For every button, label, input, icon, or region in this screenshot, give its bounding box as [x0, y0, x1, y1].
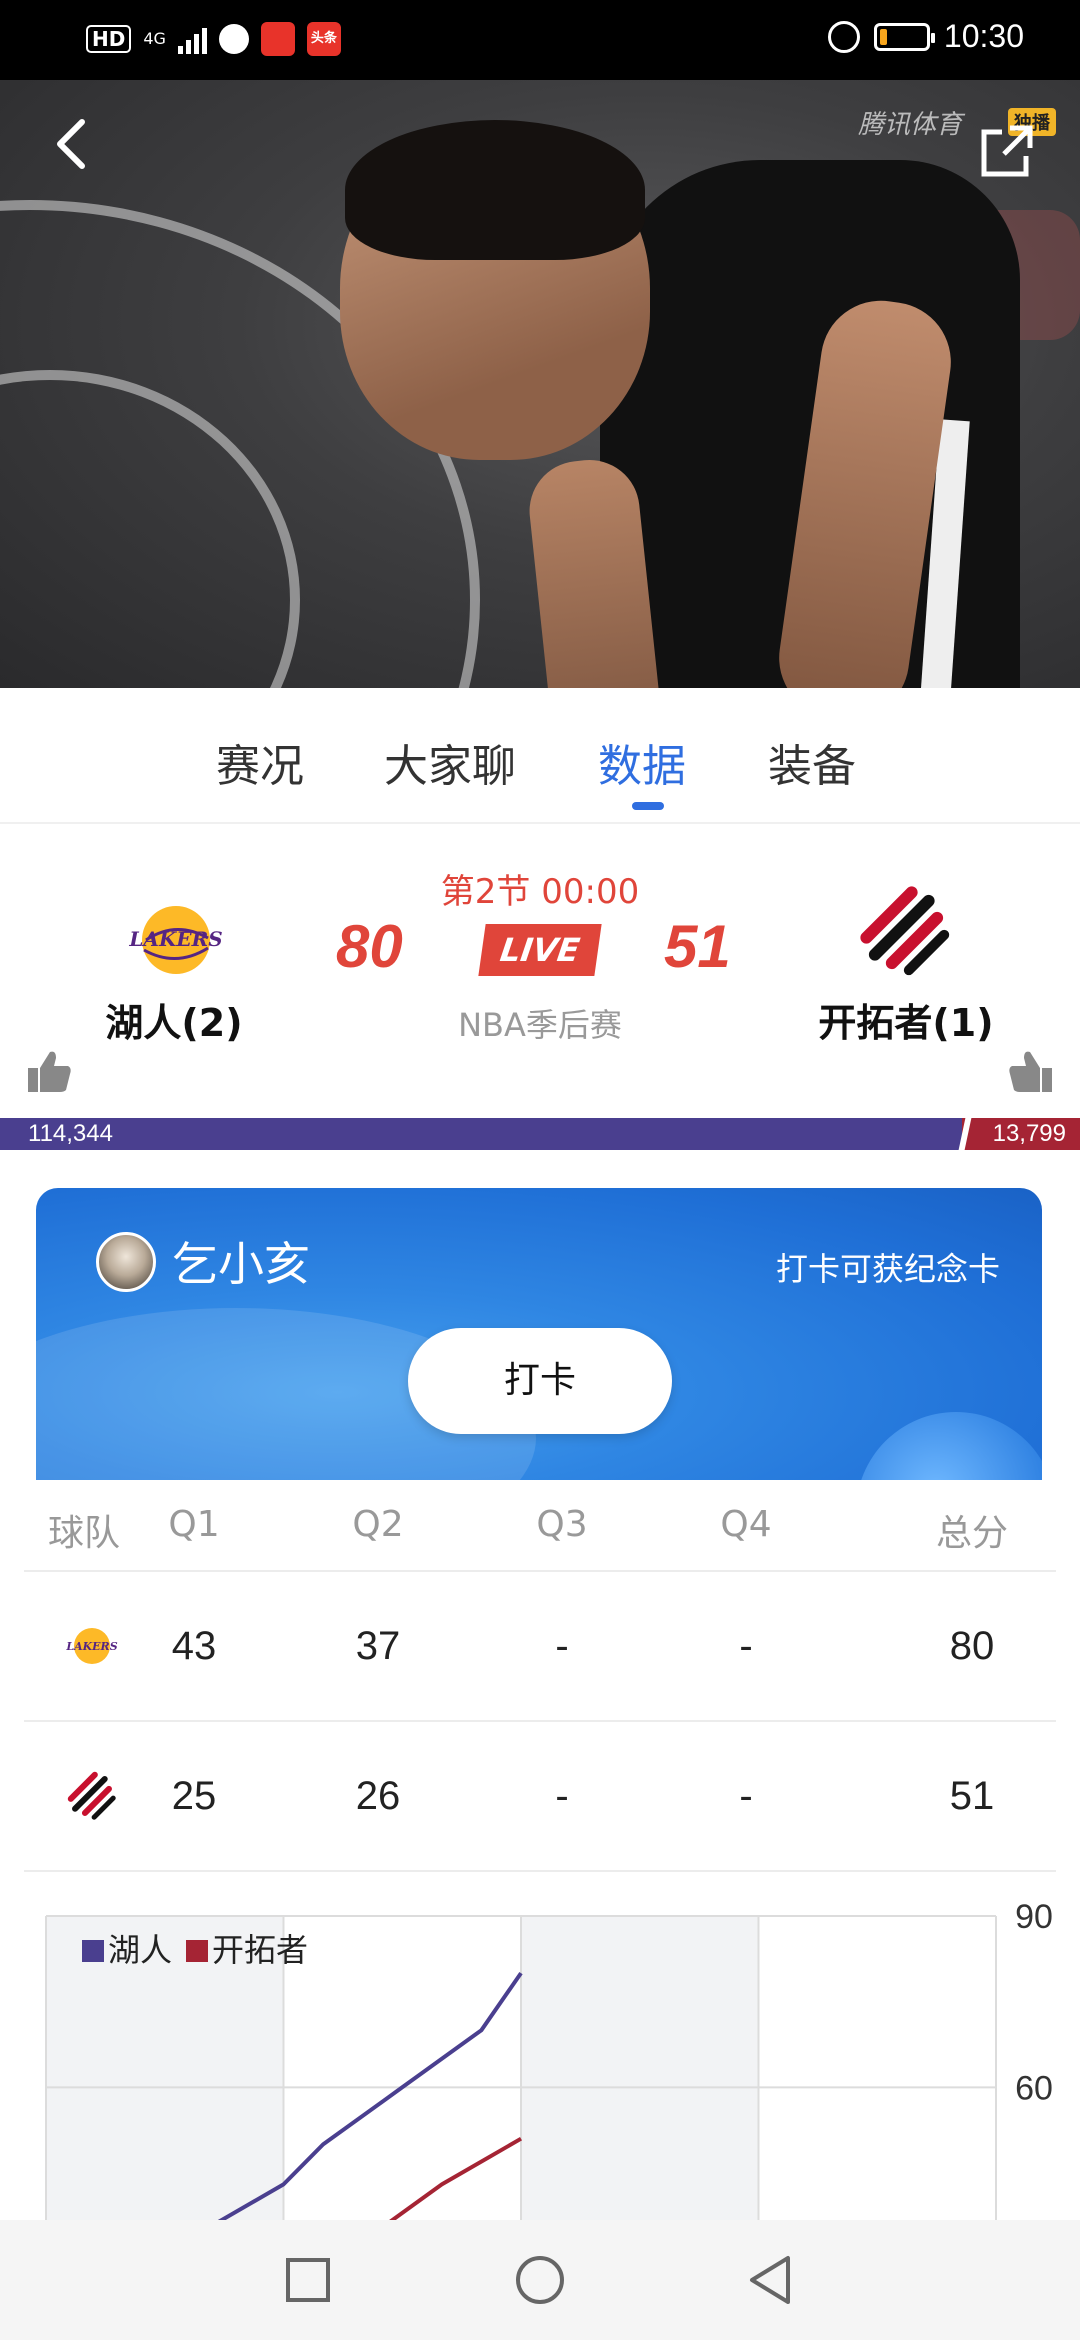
blazers-logo[interactable] — [846, 872, 966, 992]
away-support-count: 13,799 — [992, 1120, 1066, 1147]
back-icon[interactable] — [742, 2250, 802, 2310]
match-header: LAKERS 湖人(2) 第2节 00:00 80 LIVE 51 NBA季后赛… — [0, 824, 1080, 1120]
signal-icon — [177, 24, 207, 54]
watermark: 腾讯体育 — [858, 110, 963, 140]
live-badge: LIVE — [478, 924, 602, 976]
checkin-hint: 打卡可获纪念卡 — [775, 1250, 1000, 1288]
away-team-name[interactable]: 开拓者(1) — [776, 992, 1036, 1047]
tab-equipment[interactable]: 装备 — [768, 730, 856, 794]
system-nav-bar — [0, 2220, 1080, 2340]
cell-q4: - — [739, 1624, 753, 1668]
legend-label: 开拓者 — [212, 1931, 308, 1969]
score-progression-chart: 906030 湖人开拓者 — [0, 1870, 1080, 2220]
home-icon[interactable] — [510, 2250, 570, 2310]
tab-stats[interactable]: 数据 — [598, 730, 686, 794]
status-bar: HD 4G 头条 10:30 — [0, 0, 1080, 80]
cell-q4: - — [739, 1774, 753, 1818]
username[interactable]: 乞小亥 — [172, 1228, 310, 1294]
lakers-logo-text: LAKERS — [128, 927, 222, 951]
tab-bar: 赛况 大家聊 数据 装备 — [0, 688, 1080, 824]
cell-q3: - — [555, 1624, 569, 1668]
tab-chat[interactable]: 大家聊 — [384, 730, 516, 794]
home-team-name[interactable]: 湖人(2) — [44, 992, 304, 1047]
clock: 10:30 — [943, 18, 1024, 54]
game-period: 第2节 00:00 — [440, 872, 640, 912]
header-q2: Q2 — [352, 1504, 404, 1545]
status-left: HD 4G 头条 — [86, 22, 341, 56]
league-label: NBA季后赛 — [458, 1006, 622, 1044]
recent-apps-icon[interactable] — [278, 2250, 338, 2310]
quarter-score-table: 球队 Q1 Q2 Q3 Q4 总分 LAKERS 43 37 - - 80 25… — [24, 1480, 1056, 1872]
legend-label: 湖人 — [108, 1931, 172, 1969]
table-row: 25 26 - - 51 — [24, 1722, 1056, 1872]
battery-icon — [873, 22, 935, 51]
lakers-logo[interactable]: LAKERS — [116, 880, 236, 1000]
header-q1: Q1 — [168, 1504, 220, 1545]
support-bar: 114,344 13,799 — [0, 1118, 1080, 1150]
cell-q1: 25 — [171, 1774, 217, 1818]
status-right: 10:30 — [827, 18, 1024, 55]
table-row: LAKERS 43 37 - - 80 — [24, 1572, 1056, 1722]
cell-q2: 26 — [355, 1774, 401, 1818]
checkin-card: 乞小亥 打卡可获纪念卡 打卡 — [36, 1188, 1042, 1480]
header-total: 总分 — [935, 1513, 1008, 1554]
tab-active-indicator — [632, 802, 664, 810]
header-team: 球队 — [47, 1513, 120, 1554]
home-support-count: 114,344 — [28, 1120, 113, 1147]
legend-swatch — [186, 1940, 208, 1962]
y-tick-label: 60 — [1015, 2069, 1053, 2107]
browser-icon — [218, 24, 249, 54]
share-icon[interactable] — [980, 124, 1034, 178]
cell-total: 80 — [949, 1624, 995, 1668]
lakers-logo: LAKERS — [65, 1628, 118, 1664]
cell-total: 51 — [949, 1774, 995, 1818]
avatar[interactable] — [96, 1232, 156, 1292]
hd-indicator: HD — [86, 25, 132, 53]
video-player[interactable] — [0, 80, 1080, 688]
header-q3: Q3 — [536, 1504, 588, 1545]
cell-q3: - — [555, 1774, 569, 1818]
quarter-band — [521, 1916, 759, 2220]
app-notification-icon — [260, 22, 295, 56]
player-hair — [345, 120, 645, 260]
chart-svg: 906030 湖人开拓者 — [45, 1898, 1053, 2220]
blazers-logo — [67, 1771, 116, 1820]
home-like-icon[interactable] — [26, 1048, 72, 1094]
header-q4: Q4 — [720, 1504, 772, 1545]
quarter-band — [758, 1916, 996, 2220]
checkin-button[interactable]: 打卡 — [408, 1328, 672, 1434]
y-tick-label: 90 — [1015, 1898, 1053, 1936]
alarm-icon — [827, 20, 860, 53]
back-arrow-icon[interactable] — [44, 116, 100, 172]
network-type: 4G — [143, 29, 166, 48]
toutiao-notification-icon: 头条 — [306, 22, 341, 56]
legend-swatch — [82, 1940, 104, 1962]
lakers-logo-text: LAKERS — [65, 1640, 117, 1653]
basketball-decoration — [856, 1412, 1042, 1480]
cell-q1: 43 — [171, 1624, 217, 1668]
away-like-icon[interactable] — [1008, 1048, 1054, 1094]
cell-q2: 37 — [355, 1624, 401, 1668]
table-header: 球队 Q1 Q2 Q3 Q4 总分 — [24, 1480, 1056, 1572]
tab-live-recap[interactable]: 赛况 — [216, 730, 304, 794]
away-score: 51 — [664, 913, 731, 980]
quarter-band — [283, 1916, 521, 2220]
home-score: 80 — [336, 913, 403, 980]
